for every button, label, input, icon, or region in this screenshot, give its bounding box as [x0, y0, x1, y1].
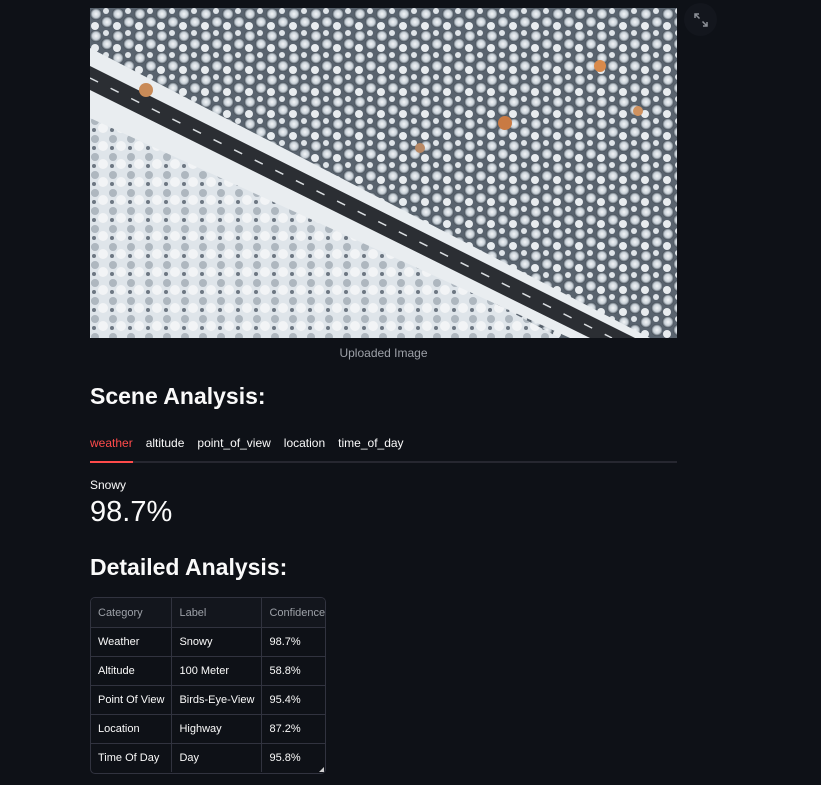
cell-category[interactable]: Location — [91, 714, 173, 744]
cell-label[interactable]: Day — [171, 743, 263, 772]
cell-category[interactable]: Point Of View — [91, 685, 173, 715]
cell-label[interactable]: Snowy — [171, 627, 263, 657]
cell-confidence[interactable]: 95.4% — [261, 685, 325, 715]
cell-category[interactable]: Altitude — [91, 656, 173, 686]
tab-location[interactable]: location — [284, 429, 325, 461]
tab-altitude[interactable]: altitude — [146, 429, 185, 461]
table-row: Altitude 100 Meter 58.8% — [91, 656, 325, 686]
cell-category[interactable]: Weather — [91, 627, 173, 657]
scene-tabs: weather altitude point_of_view location … — [90, 429, 677, 463]
tab-point-of-view[interactable]: point_of_view — [197, 429, 270, 461]
metric-value: 98.7% — [90, 496, 173, 528]
cell-confidence[interactable]: 58.8% — [261, 656, 325, 686]
cell-label[interactable]: Highway — [171, 714, 263, 744]
analysis-table-grid: Category Label Confidence Weather Snowy … — [91, 598, 325, 773]
table-resize-handle[interactable] — [319, 767, 324, 772]
cell-label[interactable]: 100 Meter — [171, 656, 263, 686]
analysis-table[interactable]: Category Label Confidence Weather Snowy … — [90, 597, 326, 774]
table-row: Weather Snowy 98.7% — [91, 627, 325, 657]
metric-label: Snowy — [90, 478, 127, 492]
expand-icon — [693, 12, 708, 27]
table-row: Time Of Day Day 95.8% — [91, 743, 325, 773]
cell-confidence[interactable]: 87.2% — [261, 714, 325, 744]
table-row: Location Highway 87.2% — [91, 714, 325, 744]
uploaded-image — [90, 8, 677, 338]
tab-weather[interactable]: weather — [90, 429, 133, 463]
app-page: Uploaded Image Scene Analysis: weather a… — [0, 0, 821, 785]
cell-category[interactable]: Time Of Day — [91, 743, 173, 772]
image-caption: Uploaded Image — [339, 346, 428, 360]
cell-confidence[interactable]: 98.7% — [261, 627, 325, 657]
column-header-confidence[interactable]: Confidence — [261, 598, 325, 628]
cell-label[interactable]: Birds-Eye-View — [171, 685, 263, 715]
column-header-label[interactable]: Label — [171, 598, 263, 628]
column-header-category[interactable]: Category — [91, 598, 173, 628]
table-row: Point Of View Birds-Eye-View 95.4% — [91, 685, 325, 715]
detailed-analysis-heading: Detailed Analysis: — [90, 554, 288, 580]
fullscreen-button[interactable] — [684, 3, 717, 36]
cell-confidence[interactable]: 95.8% — [262, 744, 325, 773]
table-header-row: Category Label Confidence — [91, 598, 325, 628]
snowy-forest-road-photo — [90, 8, 677, 338]
tab-time-of-day[interactable]: time_of_day — [338, 429, 403, 461]
scene-analysis-heading: Scene Analysis: — [90, 383, 266, 409]
